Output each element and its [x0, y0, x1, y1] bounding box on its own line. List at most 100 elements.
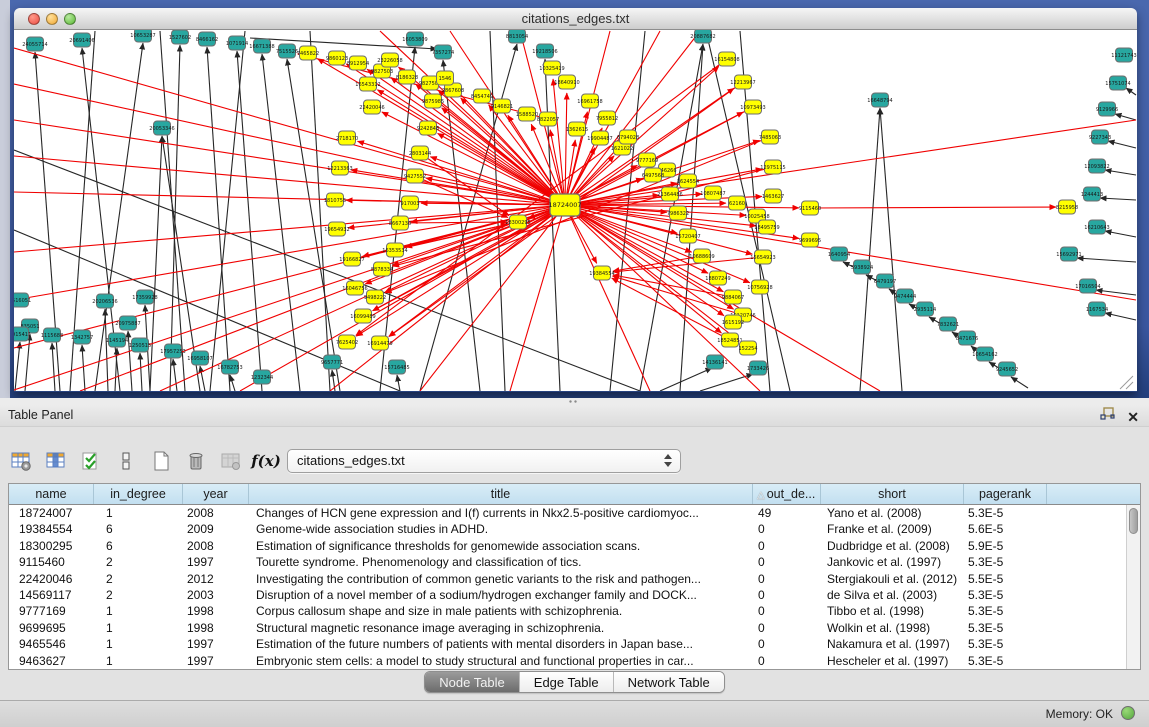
- panel-resize-handle[interactable]: [0, 398, 1149, 405]
- graph-node[interactable]: 9657771: [321, 355, 343, 369]
- column-header-in-degree[interactable]: in_degree: [94, 484, 183, 504]
- tab-edge-table[interactable]: Edge Table: [519, 672, 613, 692]
- close-panel-icon[interactable]: ✕: [1127, 409, 1139, 425]
- network-window[interactable]: citations_edges.txt 16154808122139671097…: [14, 8, 1137, 392]
- graph-node[interactable]: 8813054: [506, 30, 528, 43]
- window-titlebar[interactable]: citations_edges.txt: [14, 8, 1137, 30]
- table-row[interactable]: 2242004622012Investigating the contribut…: [9, 571, 1140, 587]
- graph-node[interactable]: 6794028: [617, 130, 639, 144]
- graph-node[interactable]: 10688609: [689, 249, 714, 263]
- table-row[interactable]: 911546021997Tourette syndrome. Phenomeno…: [9, 554, 1140, 570]
- graph-node[interactable]: 9498222: [364, 290, 386, 304]
- graph-node[interactable]: 62160: [729, 196, 746, 210]
- graph-node[interactable]: 7465822: [297, 46, 319, 60]
- graph-node[interactable]: 1624554: [677, 174, 699, 188]
- graph-node[interactable]: 19166827: [339, 252, 364, 266]
- tab-node-table[interactable]: Node Table: [425, 672, 519, 692]
- column-header-year[interactable]: year: [183, 484, 249, 504]
- graph-node[interactable]: 10654162: [972, 347, 997, 361]
- graph-node[interactable]: 917003: [400, 196, 419, 210]
- graph-node[interactable]: 15654923: [750, 250, 775, 264]
- graph-node[interactable]: 15692971: [1056, 247, 1081, 261]
- graph-node[interactable]: 20691406: [69, 33, 94, 47]
- graph-node[interactable]: 19218506: [532, 44, 557, 58]
- graph-node[interactable]: 1145194: [106, 333, 128, 347]
- graph-node[interactable]: 21364486: [657, 187, 682, 201]
- graph-node[interactable]: 1250515: [129, 338, 151, 352]
- graph-node[interactable]: 16154808: [714, 52, 739, 66]
- import-table-icon-disabled[interactable]: [218, 448, 244, 474]
- graph-node[interactable]: 9699695: [799, 233, 821, 247]
- table-row[interactable]: 1456911722003Disruption of a novel membe…: [9, 587, 1140, 603]
- close-window-button[interactable]: [28, 13, 40, 25]
- graph-node[interactable]: 152254: [738, 341, 757, 355]
- graph-node[interactable]: 1071914: [226, 36, 248, 50]
- select-rows-icon[interactable]: [78, 448, 104, 474]
- graph-node[interactable]: 9245652: [996, 362, 1018, 376]
- graph-node[interactable]: 1232344: [251, 370, 273, 384]
- graph-node[interactable]: 8912954: [347, 56, 369, 70]
- delete-table-icon[interactable]: [183, 448, 209, 474]
- graph-node[interactable]: 7515526: [276, 44, 298, 58]
- graph-node[interactable]: 10653287: [130, 30, 155, 42]
- graph-node[interactable]: 16782753: [217, 360, 242, 374]
- graph-node[interactable]: 8471676: [956, 331, 978, 345]
- new-table-icon[interactable]: [148, 448, 174, 474]
- table-row[interactable]: 1830029562008Estimation of significance …: [9, 538, 1140, 554]
- merge-rows-icon[interactable]: [113, 448, 139, 474]
- hub-graph-node[interactable]: 18724007: [548, 194, 581, 216]
- graph-node[interactable]: 7955812: [596, 111, 618, 125]
- graph-node[interactable]: 15720407: [675, 229, 700, 243]
- show-column-icon[interactable]: [43, 448, 69, 474]
- scrollbar-thumb[interactable]: [1129, 508, 1138, 534]
- graph-node[interactable]: 16353534: [382, 243, 407, 257]
- graph-node[interactable]: 10325419: [539, 61, 564, 75]
- table-settings-icon[interactable]: [8, 448, 34, 474]
- minimize-window-button[interactable]: [46, 13, 58, 25]
- graph-node[interactable]: 24055714: [22, 37, 47, 51]
- graph-node[interactable]: 8878334: [371, 262, 393, 276]
- graph-node[interactable]: 9146821: [491, 99, 513, 113]
- graph-node[interactable]: 1615192: [722, 315, 744, 329]
- graph-node[interactable]: 9875985: [422, 94, 444, 108]
- graph-node[interactable]: 7485063: [759, 130, 781, 144]
- graph-node[interactable]: 16099489: [350, 309, 375, 323]
- graph-node[interactable]: 12975115: [760, 160, 785, 174]
- graph-node[interactable]: 19904487: [587, 131, 612, 145]
- graph-node[interactable]: 1546: [437, 71, 454, 85]
- graph-node[interactable]: 7625402: [336, 335, 358, 349]
- table-row[interactable]: 946554611997Estimation of the future num…: [9, 636, 1140, 652]
- graph-node[interactable]: 16961758: [577, 94, 602, 108]
- graph-node[interactable]: 16648794: [867, 93, 892, 107]
- graph-node[interactable]: 20887682: [690, 30, 715, 43]
- graph-node[interactable]: 10756928: [747, 280, 772, 294]
- graph-node[interactable]: 16958107: [187, 351, 212, 365]
- graph-node[interactable]: 1588520: [516, 107, 538, 121]
- column-header-name[interactable]: name: [9, 484, 94, 504]
- graph-node[interactable]: 19384554: [589, 266, 614, 280]
- graph-node[interactable]: 5938924: [851, 260, 873, 274]
- graph-node[interactable]: 1463627: [762, 189, 784, 203]
- graph-node[interactable]: 16053809: [402, 32, 427, 46]
- table-row[interactable]: 969969511998Structural magnetic resonanc…: [9, 620, 1140, 636]
- graph-node[interactable]: 15751074: [1105, 76, 1130, 90]
- graph-node[interactable]: 16543312: [355, 77, 380, 91]
- tab-network-table[interactable]: Network Table: [613, 672, 724, 692]
- graph-node[interactable]: 8454749: [471, 89, 493, 103]
- graph-node[interactable]: 20206536: [92, 294, 117, 308]
- graph-node[interactable]: 6479197: [874, 274, 896, 288]
- graph-node[interactable]: 12093822: [1084, 159, 1109, 173]
- graph-node[interactable]: 7357274: [432, 45, 454, 59]
- graph-node[interactable]: 1342757: [71, 330, 93, 344]
- graph-node[interactable]: 1362615: [566, 122, 588, 136]
- graph-node[interactable]: 8466162: [196, 32, 218, 46]
- graph-node[interactable]: 9884067: [722, 290, 744, 304]
- network-graph[interactable]: 1615480812213967109734937485063129751151…: [14, 30, 1137, 391]
- graph-node[interactable]: 9777169: [636, 153, 658, 167]
- graph-node[interactable]: 3915411: [14, 327, 31, 341]
- table-selector-dropdown[interactable]: citations_edges.txt: [287, 449, 681, 473]
- graph-node[interactable]: 2803144: [409, 146, 431, 160]
- graph-node[interactable]: 18640910: [554, 75, 579, 89]
- table-row[interactable]: 977716911998Corpus callosum shape and si…: [9, 603, 1140, 619]
- graph-node[interactable]: 1640954: [828, 247, 850, 261]
